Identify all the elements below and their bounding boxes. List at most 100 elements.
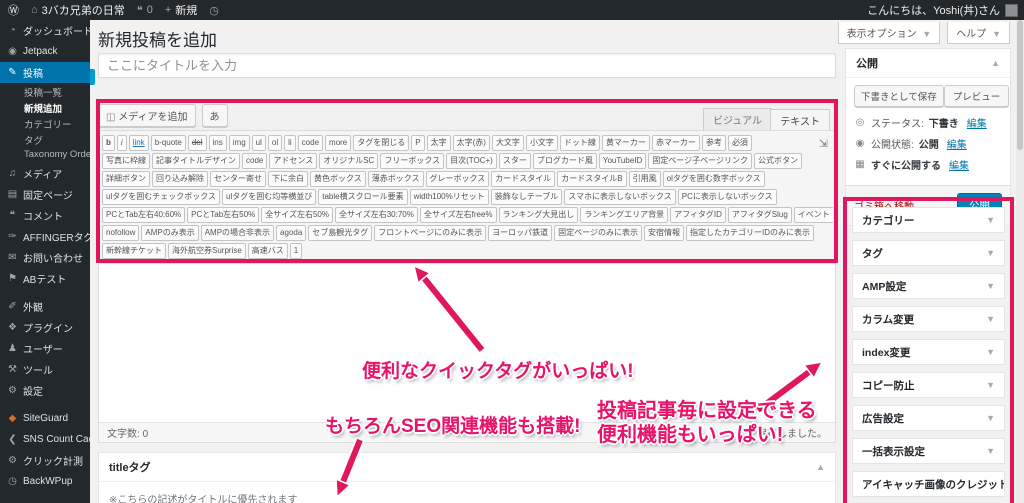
quicktag-button[interactable]: 海外航空券Surprise: [168, 243, 246, 259]
schedule-edit-link[interactable]: 編集: [949, 157, 969, 172]
quicktag-button[interactable]: 高速バス: [247, 243, 288, 259]
quicktag-button[interactable]: P: [411, 135, 425, 151]
tab-text[interactable]: テキスト: [770, 109, 830, 130]
quicktag-button[interactable]: 下に余白: [268, 171, 308, 187]
quicktag-button[interactable]: ブログカード風: [532, 153, 597, 169]
side-panel[interactable]: タグ ▼: [852, 240, 1005, 266]
titletag-panel-header[interactable]: titleタグ ▲: [99, 453, 835, 481]
quicktag-button[interactable]: li: [284, 135, 296, 151]
sidebar-item-appearance[interactable]: ✐ 外観: [0, 296, 90, 317]
quicktag-button[interactable]: 安宿情報: [643, 225, 684, 241]
sidebar-item-plugins[interactable]: ❖ プラグイン: [0, 317, 90, 338]
sidebar-item-tools[interactable]: ⚒ ツール: [0, 359, 90, 380]
quicktag-button[interactable]: link: [128, 135, 149, 151]
chevron-up-icon[interactable]: ▲: [991, 58, 1000, 68]
scrollbar-thumb[interactable]: [1017, 20, 1023, 150]
quicktag-button[interactable]: b-quote: [150, 135, 186, 151]
screen-options-button[interactable]: 表示オプション ▼: [837, 22, 941, 44]
quicktag-button[interactable]: フロントページにのみに表示: [374, 225, 487, 241]
quicktag-button[interactable]: 大文字: [491, 135, 524, 151]
quicktag-button[interactable]: PCに表示しないボックス: [677, 189, 777, 205]
tab-visual[interactable]: ビジュアル: [703, 108, 772, 130]
quicktag-button[interactable]: img: [228, 135, 250, 151]
quicktag-button[interactable]: ins: [208, 135, 227, 151]
quicktag-button[interactable]: 回り込み解除: [152, 171, 208, 187]
sidebar-item-settings[interactable]: ⚙ 設定: [0, 380, 90, 401]
sidebar-item-posts[interactable]: ✎ 投稿: [0, 62, 90, 83]
quicktag-button[interactable]: スター: [498, 153, 531, 169]
quicktag-button[interactable]: 新幹線チケット: [102, 243, 166, 259]
quicktag-button[interactable]: 赤マーカー: [651, 135, 700, 151]
quicktag-button[interactable]: 全サイズ左右free%: [419, 207, 497, 223]
quicktag-button[interactable]: agoda: [276, 225, 307, 241]
quicktag-button[interactable]: 固定ページのみに表示: [554, 225, 642, 241]
quicktag-button[interactable]: オリジナルSC: [319, 153, 379, 169]
save-draft-button[interactable]: 下書きとして保存: [854, 85, 944, 107]
visibility-edit-link[interactable]: 編集: [947, 136, 967, 151]
wordpress-logo-icon[interactable]: Ⓦ: [8, 2, 19, 18]
backwpup-adminbar-icon[interactable]: ◷: [209, 4, 219, 17]
quicktag-button[interactable]: タグを閉じる: [353, 135, 410, 151]
quicktag-button[interactable]: 太字(赤): [452, 135, 490, 151]
quicktag-button[interactable]: PCとTab左右40:60%: [102, 207, 186, 223]
quicktag-button[interactable]: PCとTab左右50%: [187, 207, 260, 223]
help-button[interactable]: ヘルプ ▼: [947, 22, 1010, 44]
quicktag-button[interactable]: 固定ページ子ページリンク: [648, 153, 752, 169]
status-edit-link[interactable]: 編集: [967, 115, 987, 130]
quicktag-button[interactable]: 指定したカテゴリーIDのみに表示: [685, 225, 814, 241]
quicktag-button[interactable]: more: [325, 135, 352, 151]
side-panel[interactable]: index変更 ▼: [852, 339, 1005, 365]
quicktag-button[interactable]: フリーボックス: [380, 153, 445, 169]
quicktag-button[interactable]: AMPのみ表示: [141, 225, 199, 241]
sidebar-item-contact[interactable]: ✉ お問い合わせ: [0, 247, 90, 268]
quicktag-button[interactable]: del: [187, 135, 207, 151]
sidebar-item-click-tracking[interactable]: ⚙ クリック計測: [0, 450, 90, 471]
post-title-input[interactable]: [98, 53, 836, 78]
quicktag-button[interactable]: センター寄せ: [210, 171, 266, 187]
sidebar-item-comments[interactable]: ❝ コメント: [0, 205, 90, 226]
quicktag-button[interactable]: ドット線: [559, 135, 600, 151]
quicktag-button[interactable]: 1: [289, 243, 303, 259]
quicktag-button[interactable]: 小文字: [525, 135, 558, 151]
quicktag-button[interactable]: 引用風: [628, 171, 661, 187]
sidebar-item-affinger-tag[interactable]: ✑ AFFINGERタグ: [0, 226, 90, 247]
greeting-text[interactable]: こんにちは、Yoshi(丼)さん: [867, 2, 1000, 18]
quicktag-button[interactable]: セブ島観光タグ: [308, 225, 373, 241]
quicktag-button[interactable]: 目次(TOC+): [446, 153, 497, 169]
side-panel[interactable]: 広告設定 ▼: [852, 405, 1005, 431]
quicktag-button[interactable]: イベント: [793, 207, 833, 223]
quicktag-button[interactable]: i: [116, 135, 127, 151]
sidebar-subitem-taxonomy-order[interactable]: Taxonomy Order: [0, 147, 90, 163]
quicktag-button[interactable]: グレーボックス: [425, 171, 490, 187]
quicktag-button[interactable]: アドセンス: [269, 153, 318, 169]
quicktag-button[interactable]: カードスタイル: [491, 171, 556, 187]
quicktag-button[interactable]: width100%リセット: [409, 189, 489, 205]
side-panel[interactable]: コピー防止 ▼: [852, 372, 1005, 398]
quicktag-button[interactable]: ランキング大見出し: [498, 207, 579, 223]
comments-shortcut[interactable]: ❝ 0: [137, 4, 153, 17]
site-name-menu[interactable]: ⌂ 3バカ兄弟の日常: [31, 2, 125, 18]
quicktag-button[interactable]: 全サイズ左右50%: [261, 207, 333, 223]
quicktag-button[interactable]: 太字: [426, 135, 451, 151]
quicktag-button[interactable]: b: [102, 135, 115, 151]
quicktag-button[interactable]: 写真に枠線: [102, 153, 150, 169]
quicktag-button[interactable]: スマホに表示しないボックス: [564, 189, 676, 205]
sidebar-subitem-tags[interactable]: タグ: [0, 131, 90, 147]
side-panel[interactable]: カラム変更 ▼: [852, 306, 1005, 332]
sidebar-item-sns-count-cache[interactable]: ❮ SNS Count Cache: [0, 429, 90, 450]
quicktag-button[interactable]: 黄マーカー: [601, 135, 650, 151]
preview-button[interactable]: プレビュー: [943, 85, 1010, 107]
new-content-menu[interactable]: + 新規: [165, 2, 197, 18]
chevron-up-icon[interactable]: ▲: [816, 462, 825, 472]
sidebar-item-media[interactable]: ♫ メディア: [0, 163, 90, 184]
quicktag-button[interactable]: 詳細ボタン: [102, 171, 150, 187]
quicktag-button[interactable]: アフィタグSlug: [727, 207, 792, 223]
quicktag-button[interactable]: olタグを囲む数字ボックス: [662, 171, 765, 187]
sidebar-item-siteguard[interactable]: ◆ SiteGuard: [0, 408, 90, 429]
quicktag-button[interactable]: 薄赤ボックス: [367, 171, 424, 187]
side-panel[interactable]: AMP設定 ▼: [852, 273, 1005, 299]
quicktag-button[interactable]: ランキングエリア背景: [580, 207, 669, 223]
quicktag-button[interactable]: code: [297, 135, 324, 151]
quicktag-button[interactable]: YouTubeID: [598, 153, 647, 169]
side-panel[interactable]: カテゴリー ▼: [852, 207, 1005, 233]
